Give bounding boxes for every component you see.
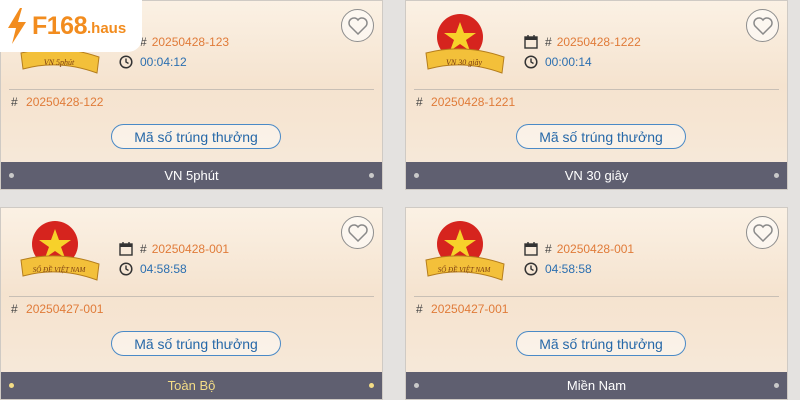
card-footer-tab[interactable]: VN 30 giây <box>406 162 787 189</box>
badge-label: VN 30 giây <box>446 58 482 67</box>
card-footer-tab[interactable]: Toàn Bộ <box>1 372 382 399</box>
badge-label: SỐ ĐỀ VIỆT NAM <box>438 266 492 274</box>
countdown-timer: 04:58:58 <box>140 262 187 276</box>
footer-dot <box>9 383 14 388</box>
divider <box>414 296 779 297</box>
divider <box>9 296 374 297</box>
draw-info: # 20250428-001 04:58:58 <box>119 239 229 279</box>
draw-info: # 20250428-001 04:58:58 <box>524 239 634 279</box>
previous-draw-number: 20250427-001 <box>431 302 509 316</box>
lightning-icon <box>8 8 26 44</box>
previous-draw: # 20250428-122 <box>11 95 103 109</box>
footer-dot <box>9 173 14 178</box>
footer-dot <box>414 383 419 388</box>
heart-icon <box>347 223 368 242</box>
hash-symbol: # <box>545 35 552 49</box>
favorite-button[interactable] <box>341 9 374 42</box>
previous-draw-number: 20250427-001 <box>26 302 104 316</box>
brand-logo[interactable]: F168 .haus <box>0 0 142 52</box>
countdown-timer: 00:00:14 <box>545 55 592 69</box>
hash-symbol: # <box>140 242 147 256</box>
footer-label: VN 5phút <box>164 168 219 183</box>
favorite-button[interactable] <box>746 216 779 249</box>
calendar-icon <box>524 35 538 49</box>
heart-icon <box>752 16 773 35</box>
countdown-timer: 00:04:12 <box>140 55 187 69</box>
flag-badge-icon: SỐ ĐỀ VIỆT NAM <box>425 221 505 281</box>
calendar-icon <box>524 242 538 256</box>
current-draw-number: 20250428-001 <box>556 242 635 256</box>
previous-draw: # 20250428-1221 <box>416 95 515 109</box>
footer-dot <box>369 173 374 178</box>
previous-draw: # 20250427-001 <box>416 302 508 316</box>
winning-numbers-button[interactable]: Mã số trúng thưởng <box>516 124 686 149</box>
footer-label: Miền Nam <box>566 378 627 393</box>
footer-dot <box>774 383 779 388</box>
current-draw-number: 20250428-001 <box>151 242 230 256</box>
hash-symbol: # <box>545 242 552 256</box>
brand-name: F168 <box>32 11 87 40</box>
brand-tld: .haus <box>86 19 127 37</box>
footer-label: VN 30 giây <box>564 168 629 183</box>
lottery-card[interactable]: SỐ ĐỀ VIỆT NAM # 20250428-001 04:58:58 #… <box>405 207 788 400</box>
previous-draw: # 20250427-001 <box>11 302 103 316</box>
winning-numbers-button[interactable]: Mã số trúng thưởng <box>516 331 686 356</box>
footer-dot <box>414 173 419 178</box>
divider <box>9 89 374 90</box>
flag-badge-icon: VN 30 giây <box>425 14 505 74</box>
footer-dot <box>774 173 779 178</box>
previous-draw-number: 20250428-1221 <box>431 95 516 109</box>
clock-icon <box>119 262 133 276</box>
current-draw-number: 20250428-123 <box>151 35 230 49</box>
hash-symbol: # <box>416 95 423 109</box>
winning-numbers-button[interactable]: Mã số trúng thưởng <box>111 331 281 356</box>
favorite-button[interactable] <box>341 216 374 249</box>
current-draw-number: 20250428-1222 <box>556 35 641 49</box>
footer-label: Toàn Bộ <box>167 378 216 393</box>
heart-icon <box>347 16 368 35</box>
heart-icon <box>752 223 773 242</box>
card-footer-tab[interactable]: VN 5phút <box>1 162 382 189</box>
clock-icon <box>524 262 538 276</box>
clock-icon <box>524 55 538 69</box>
card-footer-tab[interactable]: Miền Nam <box>406 372 787 399</box>
hash-symbol: # <box>11 302 18 316</box>
draw-info: # 20250428-1222 00:00:14 <box>524 32 641 72</box>
hash-symbol: # <box>11 95 18 109</box>
favorite-button[interactable] <box>746 9 779 42</box>
badge-label: SỐ ĐỀ VIỆT NAM <box>33 266 87 274</box>
divider <box>414 89 779 90</box>
calendar-icon <box>119 242 133 256</box>
lottery-card[interactable]: SỐ ĐỀ VIỆT NAM # 20250428-001 04:58:58 #… <box>0 207 383 400</box>
winning-numbers-button[interactable]: Mã số trúng thưởng <box>111 124 281 149</box>
lottery-card[interactable]: VN 30 giây # 20250428-1222 00:00:14 # 20… <box>405 0 788 190</box>
footer-dot <box>369 383 374 388</box>
previous-draw-number: 20250428-122 <box>26 95 104 109</box>
flag-badge-icon: SỐ ĐỀ VIỆT NAM <box>20 221 100 281</box>
clock-icon <box>119 55 133 69</box>
badge-label: VN 5phút <box>44 58 75 67</box>
countdown-timer: 04:58:58 <box>545 262 592 276</box>
hash-symbol: # <box>416 302 423 316</box>
